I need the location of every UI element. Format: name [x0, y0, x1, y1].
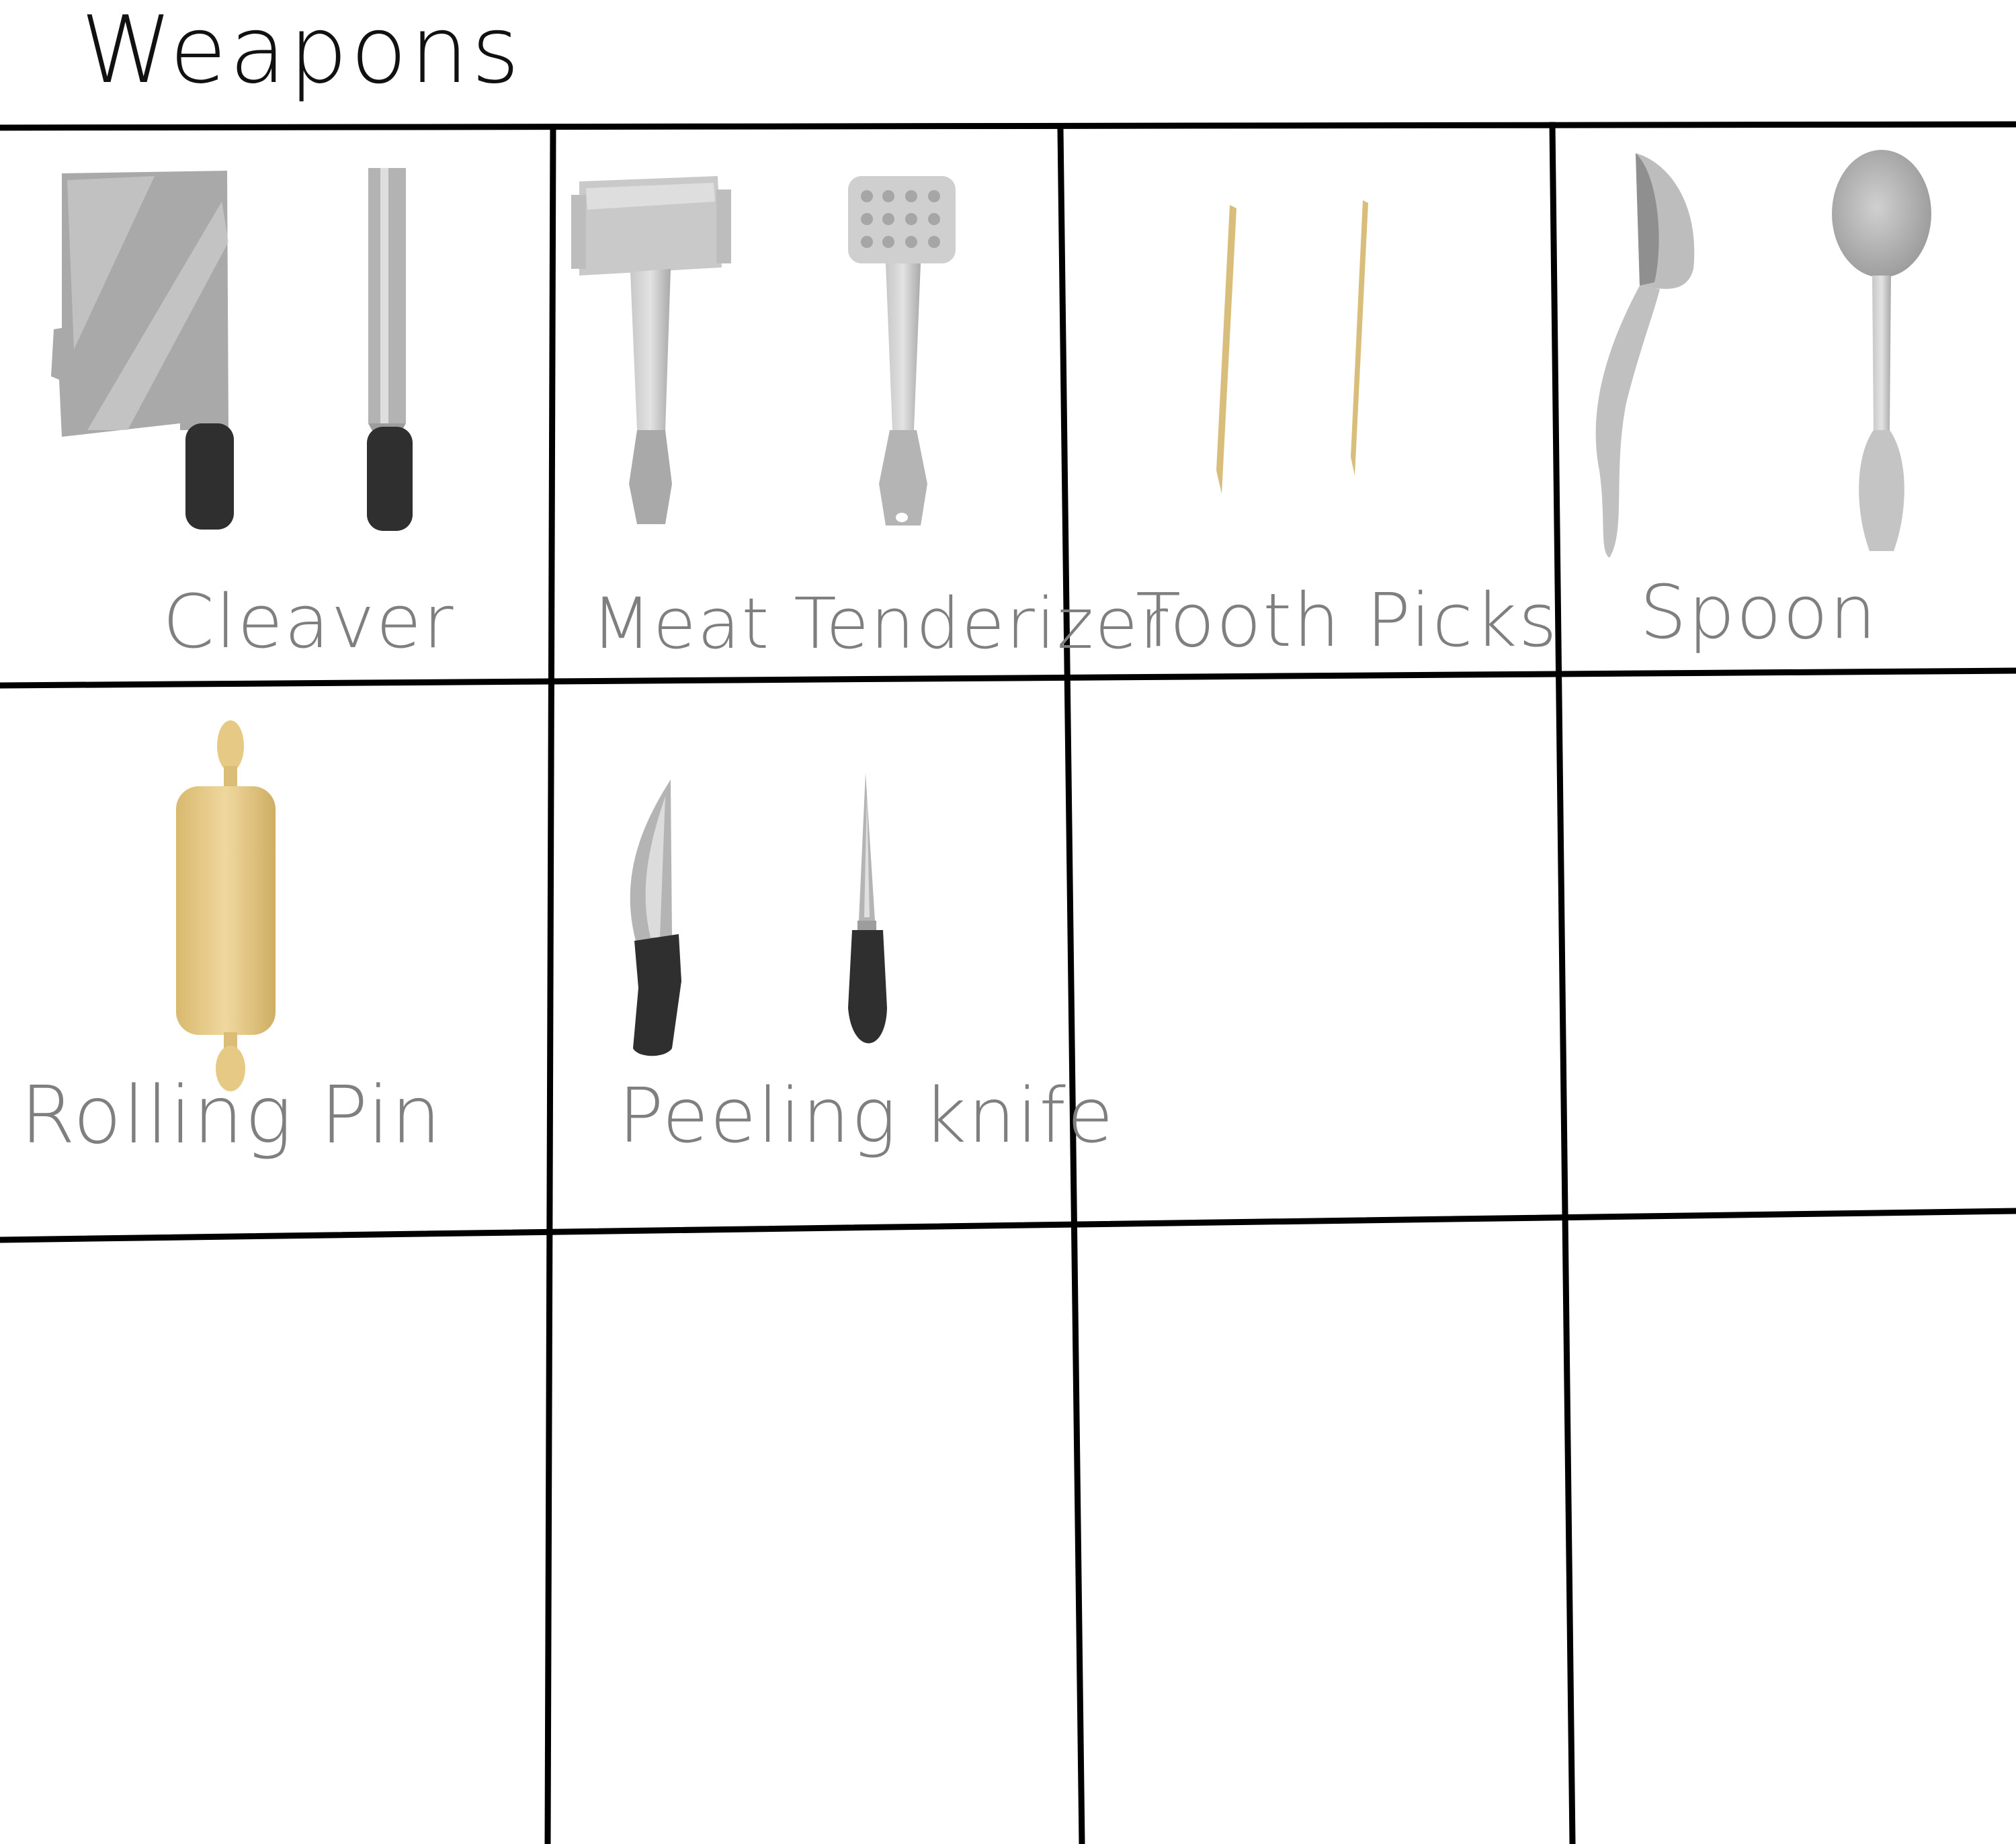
rolling-pin-icon: [176, 720, 276, 1091]
meat-tenderizer-front-icon: [848, 176, 956, 526]
toothpick-icon: [1351, 200, 1368, 476]
cell-label-tooth-picks: Tooth Picks: [1136, 577, 1558, 663]
cell-label-meat-tenderizer: Meat Tenderizer: [591, 583, 1170, 665]
cell-label-spoon: Spoon: [1640, 569, 1878, 655]
weapon-grid: [0, 121, 2016, 1844]
cell-label-cleaver: Cleaver: [163, 579, 455, 665]
meat-tenderizer-side-icon: [571, 176, 731, 524]
peeling-knife-front-icon: [630, 780, 681, 1056]
cell-label-peeling-knife: Peeling knife: [618, 1073, 1115, 1160]
spoon-side-icon: [1595, 153, 1695, 558]
grid-line-h2: [0, 667, 2016, 689]
grid-line-h1: [0, 121, 2016, 131]
cleaver-side-icon: [367, 168, 413, 531]
grid-line-h3: [0, 1208, 2016, 1243]
grid-line-v1: [544, 126, 556, 1844]
grid-lines: [0, 121, 2016, 1844]
toothpick-icon: [1216, 205, 1236, 494]
cell-label-rolling-pin: Rolling Pin: [20, 1068, 443, 1161]
weapon-sheet: Weapons Cleaver Meat Tenderizer Tooth Pi…: [0, 0, 2016, 1844]
grid-line-v2: [1057, 126, 1085, 1844]
grid-line-v3: [1549, 122, 1576, 1844]
peeling-knife-side-icon: [848, 773, 887, 1044]
spoon-front-icon: [1832, 150, 1931, 551]
cleaver-front-icon: [51, 171, 234, 530]
